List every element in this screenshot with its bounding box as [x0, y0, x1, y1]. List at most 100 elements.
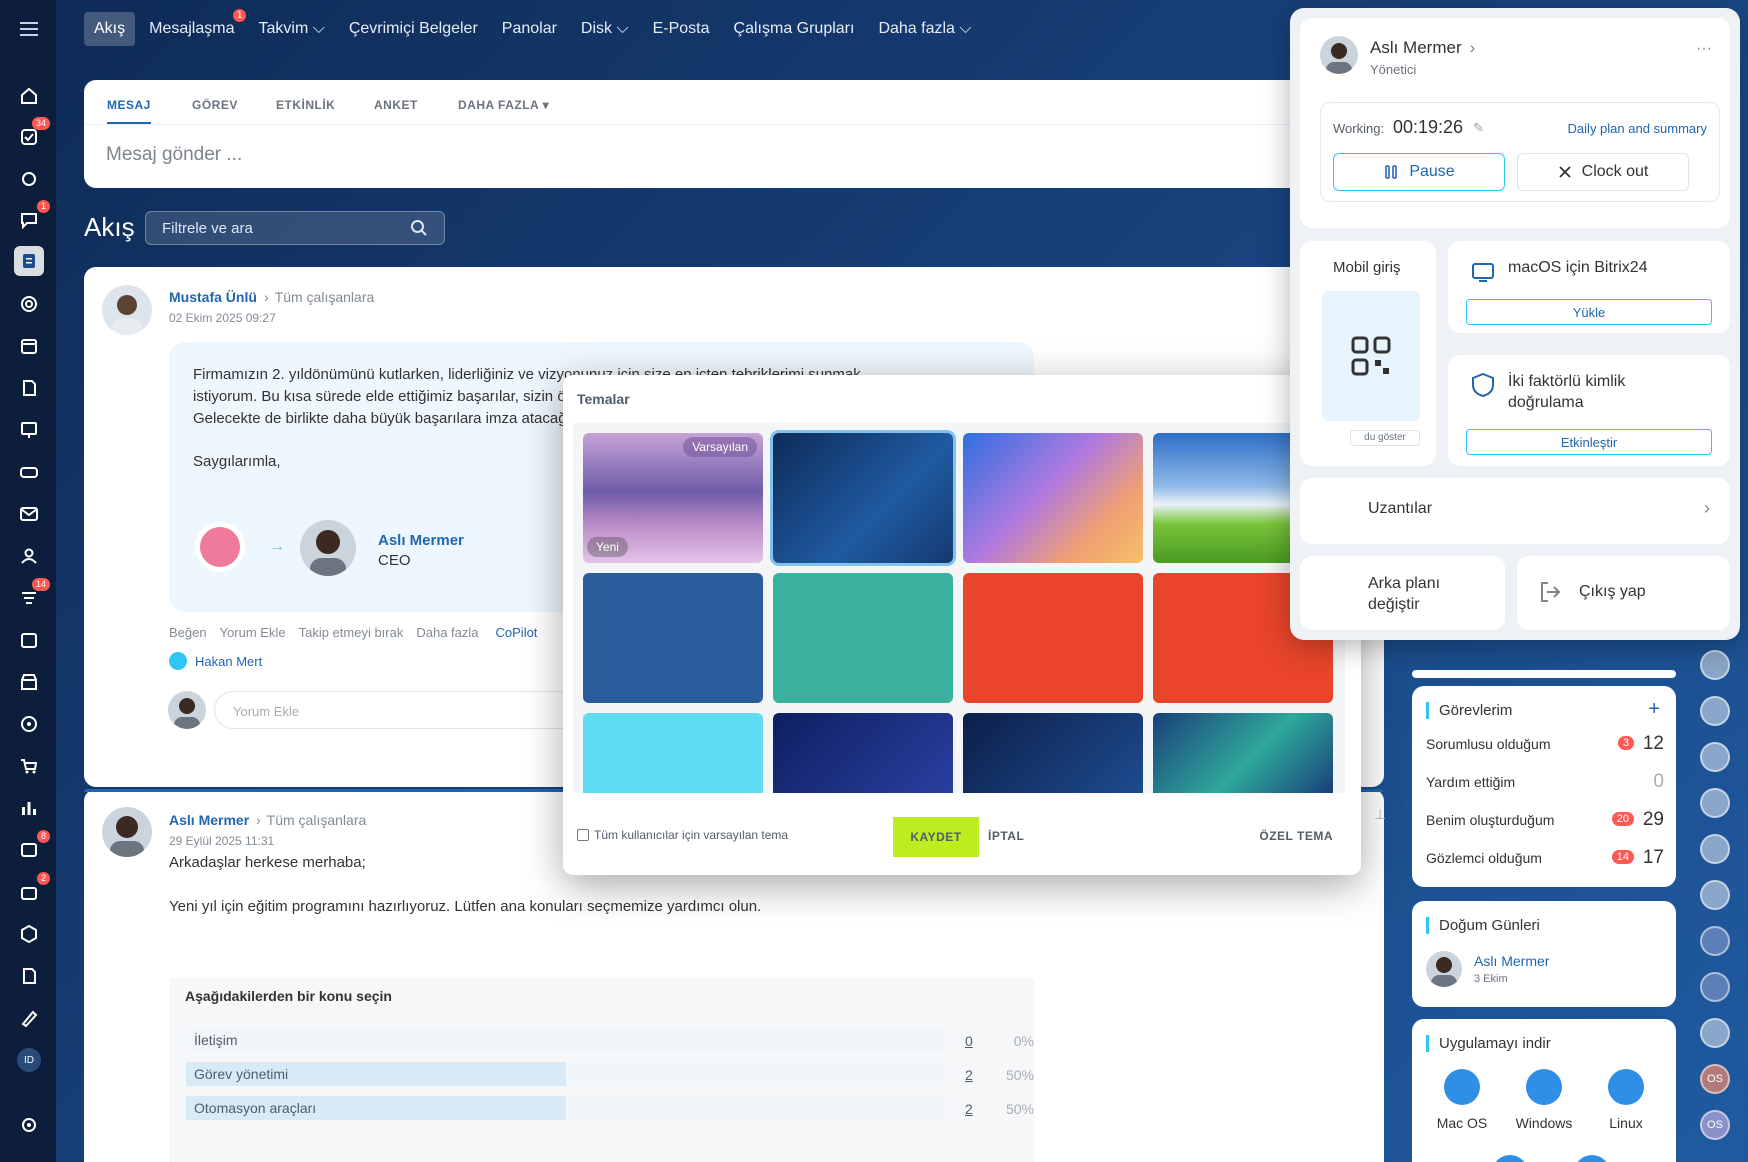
avatar[interactable]: [102, 285, 152, 335]
news-icon[interactable]: 8: [14, 830, 50, 865]
os-avatar[interactable]: OS: [1700, 1064, 1730, 1094]
more-button[interactable]: Daha fazla: [416, 625, 478, 640]
tab-more[interactable]: DAHA FAZLA ▾: [458, 98, 549, 112]
calendar-icon[interactable]: [14, 331, 44, 361]
birthday-name[interactable]: Aslı Mermer: [1474, 953, 1549, 969]
marketing-icon[interactable]: [14, 709, 44, 739]
docs-icon[interactable]: [14, 373, 44, 403]
tab-message[interactable]: MESAJ: [107, 98, 151, 124]
nav-item[interactable]: Mesajlaşma 1: [139, 9, 247, 46]
home-icon[interactable]: [14, 81, 44, 111]
avatar[interactable]: [300, 520, 356, 576]
app-linux-label[interactable]: Linux: [1600, 1115, 1652, 1131]
pause-button[interactable]: Pause: [1333, 153, 1505, 191]
theme-thumbnail[interactable]: [1153, 713, 1333, 793]
clock-out-button[interactable]: Clock out: [1517, 153, 1689, 191]
poll-option[interactable]: Otomasyon araçları 2 50%: [186, 1096, 1034, 1120]
poll-option[interactable]: İletişim 0 0%: [186, 1028, 1034, 1052]
task-counter-row[interactable]: Sorumlusu olduğum 3 12: [1426, 733, 1664, 754]
cancel-button[interactable]: İPTAL: [988, 829, 1024, 843]
boards-icon[interactable]: [14, 415, 44, 445]
tab-poll[interactable]: ANKET: [374, 98, 418, 112]
extensions-item[interactable]: Uzantılar ›: [1300, 478, 1730, 544]
theme-thumbnail[interactable]: [773, 573, 953, 703]
feed-icon[interactable]: [14, 246, 44, 276]
theme-thumbnail[interactable]: Varsayılan Yeni: [583, 433, 763, 563]
unfollow-button[interactable]: Takip etmeyi bırak: [299, 625, 404, 640]
groups-icon[interactable]: [14, 289, 44, 319]
theme-thumbnail[interactable]: [583, 573, 763, 703]
ios-icon[interactable]: [1492, 1155, 1528, 1162]
contact-center-icon[interactable]: 2: [14, 872, 50, 907]
analytics-icon[interactable]: [14, 793, 44, 823]
filter-search-input[interactable]: Filtrele ve ara: [145, 211, 445, 245]
nav-item[interactable]: E-Posta: [643, 12, 720, 46]
disk-icon[interactable]: [14, 457, 44, 487]
automation-icon[interactable]: [14, 961, 44, 991]
menu-icon[interactable]: [14, 14, 44, 44]
post-author[interactable]: Aslı Mermer: [169, 812, 249, 828]
nav-item[interactable]: Daha fazla ⌵: [868, 12, 981, 46]
more-icon[interactable]: ···: [1696, 40, 1712, 58]
android-icon[interactable]: [1574, 1155, 1610, 1162]
comment-button[interactable]: Yorum Ekle: [220, 625, 286, 640]
poll-vote-count[interactable]: 2: [965, 1101, 973, 1117]
avatar[interactable]: [1700, 650, 1730, 680]
os-avatar[interactable]: OS: [1700, 1110, 1730, 1140]
avatar[interactable]: [1700, 696, 1730, 726]
avatar[interactable]: [102, 807, 152, 857]
avatar[interactable]: [1700, 1018, 1730, 1048]
robot-icon[interactable]: [14, 164, 44, 194]
users-icon[interactable]: [14, 541, 44, 571]
booking-icon[interactable]: [14, 625, 44, 655]
avatar[interactable]: [1426, 951, 1462, 987]
pin-icon[interactable]: ⊥: [1374, 806, 1386, 823]
openline-icon[interactable]: [1700, 972, 1730, 1002]
sign-icon[interactable]: [14, 1003, 44, 1033]
nav-item[interactable]: Takvim ⌵: [248, 12, 334, 46]
edit-pencil-icon[interactable]: ✎: [1473, 120, 1484, 136]
crm-icon[interactable]: 14: [14, 578, 50, 613]
poll-option[interactable]: Görev yönetimi 2 50%: [186, 1062, 1034, 1086]
change-background-item[interactable]: Arka planı değiştir: [1300, 556, 1505, 630]
custom-theme-button[interactable]: ÖZEL TEMA: [1259, 829, 1333, 843]
show-qr-button[interactable]: du göster: [1350, 430, 1420, 446]
store-icon[interactable]: [14, 667, 44, 697]
avatar[interactable]: [1700, 742, 1730, 772]
avatar[interactable]: [1700, 834, 1730, 864]
windows-icon[interactable]: [1526, 1069, 1562, 1105]
tab-event[interactable]: ETKİNLİK: [276, 98, 335, 112]
settings-icon[interactable]: [14, 1110, 44, 1140]
theme-thumbnail[interactable]: [963, 713, 1143, 793]
install-button[interactable]: Yükle: [1466, 299, 1712, 325]
search-icon[interactable]: [410, 219, 428, 237]
openline-icon[interactable]: [1700, 926, 1730, 956]
nav-item[interactable]: Çevrimiçi Belgeler: [339, 12, 488, 46]
logout-item[interactable]: Çıkış yap: [1517, 556, 1730, 630]
post-author[interactable]: Mustafa Ünlü: [169, 289, 257, 305]
apple-icon[interactable]: [1444, 1069, 1480, 1105]
poll-vote-count[interactable]: 2: [965, 1067, 973, 1083]
avatar[interactable]: [1320, 36, 1358, 74]
liker-name[interactable]: Hakan Mert: [195, 654, 262, 669]
task-counter-row[interactable]: Benim oluşturduğum 20 29: [1426, 809, 1664, 830]
theme-thumbnail-selected[interactable]: [773, 433, 953, 563]
post-audience[interactable]: › Tüm çalışanlara: [264, 289, 374, 305]
default-theme-checkbox[interactable]: Tüm kullanıcılar için varsayılan tema: [577, 828, 788, 842]
box-icon[interactable]: [14, 919, 44, 949]
like-button[interactable]: Beğen: [169, 625, 207, 640]
profile-name[interactable]: Aslı Mermer ›: [1370, 38, 1475, 58]
theme-thumbnail[interactable]: [773, 713, 953, 793]
daily-plan-link[interactable]: Daily plan and summary: [1568, 121, 1707, 136]
nav-item[interactable]: Panolar: [492, 12, 567, 46]
nav-item[interactable]: Çalışma Grupları: [724, 12, 865, 46]
copilot-button[interactable]: CoPilot: [496, 625, 538, 640]
nav-item[interactable]: Disk ⌵: [571, 12, 639, 46]
avatar[interactable]: [1700, 880, 1730, 910]
tasks-icon[interactable]: 34: [14, 117, 50, 152]
post-audience[interactable]: › Tüm çalışanlara: [256, 812, 366, 828]
task-counter-row[interactable]: Gözlemci olduğum 14 17: [1426, 847, 1664, 868]
checkbox[interactable]: [577, 829, 589, 841]
cart-icon[interactable]: [14, 751, 44, 781]
mail-icon[interactable]: [14, 499, 44, 529]
